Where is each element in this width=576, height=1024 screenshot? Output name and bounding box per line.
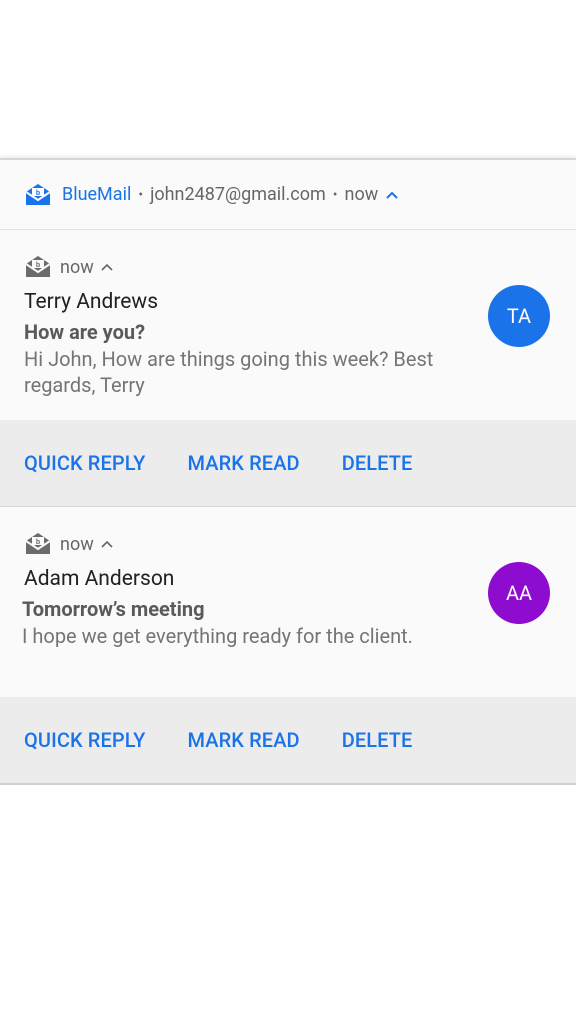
email-subject: How are you? [24,320,146,344]
avatar: AA [488,562,550,624]
svg-text:b: b [36,262,40,269]
status-area-blank [0,0,576,158]
bluemail-envelope-icon: b [24,254,52,280]
email-preview: I hope we get everything ready for the c… [22,624,413,648]
delete-button[interactable]: DELETE [342,451,413,475]
chevron-up-icon[interactable] [101,260,115,274]
mark-read-button[interactable]: MARK READ [187,451,299,475]
delete-button[interactable]: DELETE [342,728,413,752]
sender-name: Terry Andrews [24,290,159,314]
email-preview: Hi John, How are things going this week?… [24,347,434,397]
avatar: TA [488,285,550,347]
avatar-initials: AA [505,581,533,605]
separator-dot: • [332,186,338,203]
notification-group-header[interactable]: b BlueMail • john2487@gmail.com • now [0,160,576,230]
notification-actions: QUICK REPLY MARK READ DELETE [0,697,576,783]
bluemail-envelope-icon: b [24,531,52,557]
bottom-blank [0,785,576,1024]
avatar-initials: TA [506,304,532,328]
account-email: john2487@gmail.com [150,184,326,205]
svg-text:b: b [36,539,40,546]
app-name: BlueMail [62,184,132,205]
chevron-up-icon[interactable] [385,188,399,202]
notification-time: now [60,533,94,555]
email-subject: Tomorrow’s meeting [22,597,205,621]
notification-time: now [60,256,94,278]
mark-read-button[interactable]: MARK READ [187,728,299,752]
notification-group: b BlueMail • john2487@gmail.com • now b [0,158,576,785]
separator-dot: • [138,186,144,203]
svg-text:b: b [36,190,40,197]
quick-reply-button[interactable]: QUICK REPLY [24,451,145,475]
notification-actions: QUICK REPLY MARK READ DELETE [0,420,576,506]
group-time: now [344,184,379,205]
notification-item[interactable]: b now Terry Andrews How are you? Hi John… [0,230,576,420]
chevron-up-icon[interactable] [101,537,115,551]
sender-name: Adam Anderson [24,567,175,591]
bluemail-envelope-icon: b [24,183,52,207]
notification-item[interactable]: b now Adam Anderson Tomorrow’s meeting I… [0,507,576,697]
quick-reply-button[interactable]: QUICK REPLY [24,728,145,752]
